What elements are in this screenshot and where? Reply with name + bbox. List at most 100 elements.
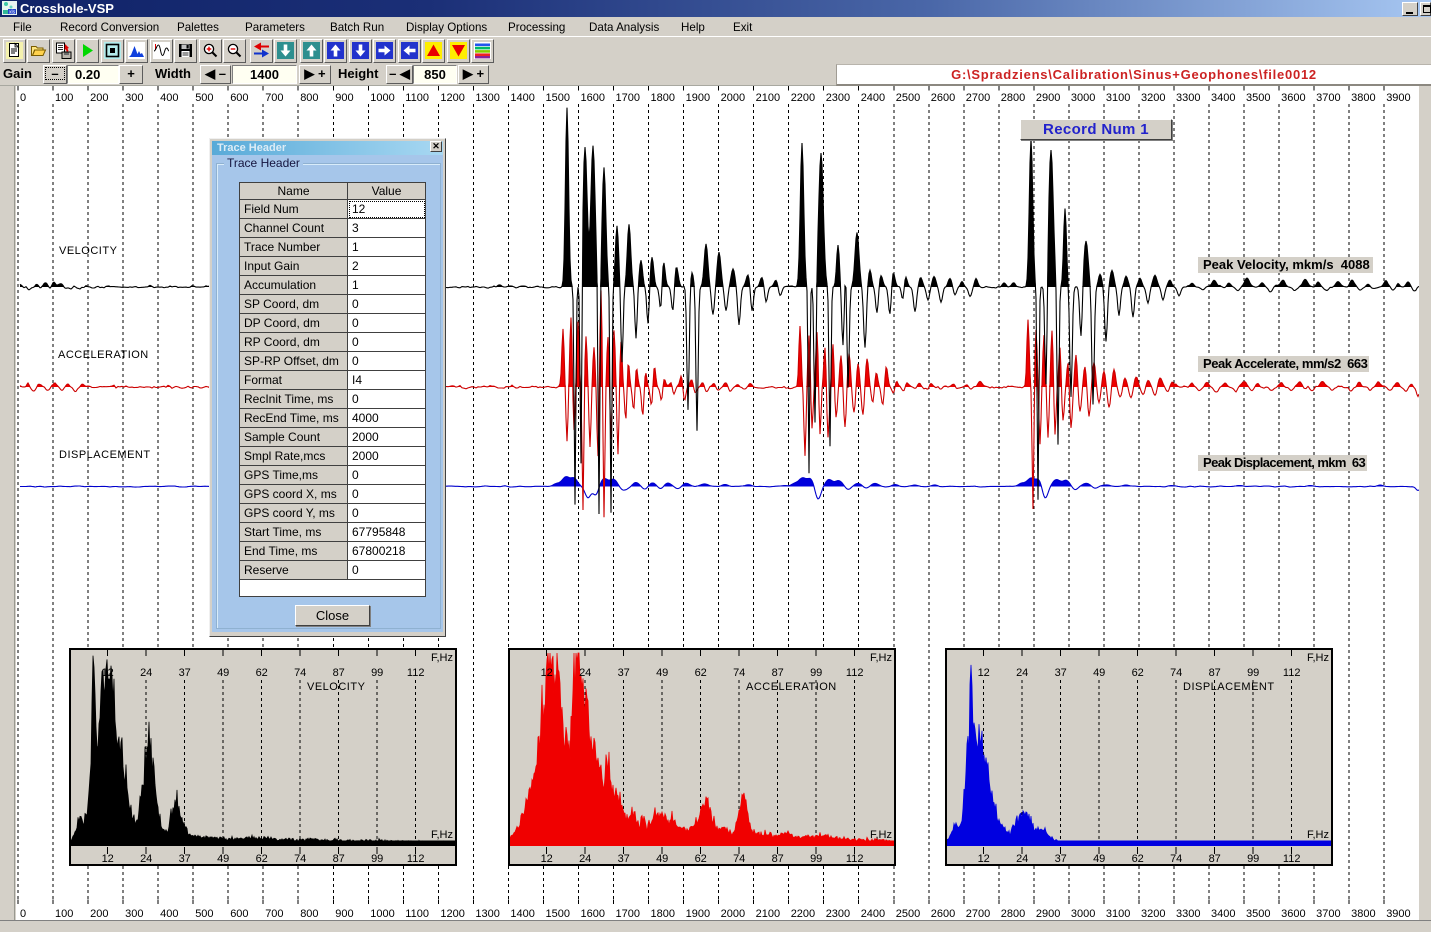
svg-text:12: 12 bbox=[102, 667, 114, 679]
svg-text:3200: 3200 bbox=[1141, 908, 1165, 920]
svg-text:2900: 2900 bbox=[1036, 92, 1060, 104]
svg-text:49: 49 bbox=[217, 667, 229, 679]
svg-text:1400: 1400 bbox=[510, 92, 534, 104]
svg-text:24: 24 bbox=[579, 667, 591, 679]
svg-text:F,Hz: F,Hz bbox=[431, 652, 453, 664]
svg-text:37: 37 bbox=[618, 853, 630, 864]
svg-text:99: 99 bbox=[810, 853, 822, 864]
svg-text:2700: 2700 bbox=[966, 92, 990, 104]
svg-text:3500: 3500 bbox=[1246, 908, 1270, 920]
svg-text:74: 74 bbox=[1170, 853, 1182, 864]
svg-text:87: 87 bbox=[772, 853, 784, 864]
svg-text:3400: 3400 bbox=[1211, 908, 1235, 920]
svg-text:2800: 2800 bbox=[1001, 92, 1025, 104]
svg-text:2000: 2000 bbox=[721, 908, 745, 920]
svg-text:300: 300 bbox=[125, 908, 143, 920]
svg-text:400: 400 bbox=[160, 92, 178, 104]
svg-text:3600: 3600 bbox=[1281, 908, 1305, 920]
svg-text:1300: 1300 bbox=[475, 92, 499, 104]
svg-text:99: 99 bbox=[810, 667, 822, 679]
svg-text:49: 49 bbox=[1093, 667, 1105, 679]
svg-text:49: 49 bbox=[1093, 853, 1105, 864]
svg-text:37: 37 bbox=[1055, 667, 1067, 679]
svg-text:2500: 2500 bbox=[896, 908, 920, 920]
svg-text:62: 62 bbox=[256, 853, 268, 864]
svg-text:112: 112 bbox=[1283, 667, 1301, 679]
svg-text:112: 112 bbox=[846, 853, 864, 864]
svg-text:3700: 3700 bbox=[1316, 908, 1340, 920]
svg-text:3100: 3100 bbox=[1106, 92, 1130, 104]
svg-text:500: 500 bbox=[195, 908, 213, 920]
svg-text:112: 112 bbox=[407, 667, 425, 679]
svg-text:1700: 1700 bbox=[616, 908, 640, 920]
svg-text:12: 12 bbox=[978, 667, 990, 679]
svg-text:1500: 1500 bbox=[546, 908, 570, 920]
svg-text:1500: 1500 bbox=[546, 92, 570, 104]
svg-text:2300: 2300 bbox=[826, 908, 850, 920]
svg-text:1000: 1000 bbox=[370, 92, 394, 104]
svg-text:1100: 1100 bbox=[405, 92, 429, 104]
svg-text:700: 700 bbox=[265, 92, 283, 104]
svg-text:3000: 3000 bbox=[1071, 92, 1095, 104]
svg-text:12: 12 bbox=[102, 853, 114, 864]
svg-text:3600: 3600 bbox=[1281, 92, 1305, 104]
svg-text:112: 112 bbox=[846, 667, 864, 679]
svg-text:2200: 2200 bbox=[791, 92, 815, 104]
svg-text:24: 24 bbox=[1016, 853, 1028, 864]
svg-text:F,Hz: F,Hz bbox=[870, 652, 892, 664]
svg-text:87: 87 bbox=[333, 853, 345, 864]
svg-text:99: 99 bbox=[1247, 853, 1259, 864]
svg-text:300: 300 bbox=[125, 92, 143, 104]
svg-text:87: 87 bbox=[333, 667, 345, 679]
svg-text:F,Hz: F,Hz bbox=[870, 829, 892, 841]
svg-text:0: 0 bbox=[20, 908, 26, 920]
svg-text:1400: 1400 bbox=[510, 908, 534, 920]
svg-text:62: 62 bbox=[1132, 853, 1144, 864]
svg-text:37: 37 bbox=[179, 853, 191, 864]
svg-text:3300: 3300 bbox=[1176, 908, 1200, 920]
svg-text:62: 62 bbox=[1132, 667, 1144, 679]
svg-text:3800: 3800 bbox=[1351, 908, 1375, 920]
svg-text:3200: 3200 bbox=[1141, 92, 1165, 104]
svg-text:1900: 1900 bbox=[686, 92, 710, 104]
svg-text:800: 800 bbox=[300, 92, 318, 104]
svg-text:2600: 2600 bbox=[931, 92, 955, 104]
svg-text:3000: 3000 bbox=[1071, 908, 1095, 920]
svg-text:12: 12 bbox=[978, 853, 990, 864]
svg-text:F,Hz: F,Hz bbox=[1307, 652, 1329, 664]
svg-text:74: 74 bbox=[1170, 667, 1182, 679]
svg-text:900: 900 bbox=[335, 908, 353, 920]
svg-text:500: 500 bbox=[195, 92, 213, 104]
svg-text:2400: 2400 bbox=[861, 908, 885, 920]
svg-text:74: 74 bbox=[294, 853, 306, 864]
svg-text:2600: 2600 bbox=[931, 908, 955, 920]
svg-text:1900: 1900 bbox=[686, 908, 710, 920]
svg-text:2400: 2400 bbox=[861, 92, 885, 104]
svg-text:1700: 1700 bbox=[616, 92, 640, 104]
svg-text:2500: 2500 bbox=[896, 92, 920, 104]
svg-text:3300: 3300 bbox=[1176, 92, 1200, 104]
svg-text:12: 12 bbox=[541, 667, 553, 679]
svg-text:87: 87 bbox=[772, 667, 784, 679]
svg-text:74: 74 bbox=[733, 667, 745, 679]
svg-text:24: 24 bbox=[579, 853, 591, 864]
svg-text:37: 37 bbox=[618, 667, 630, 679]
svg-text:1800: 1800 bbox=[651, 92, 675, 104]
svg-text:1600: 1600 bbox=[581, 908, 605, 920]
svg-text:3500: 3500 bbox=[1246, 92, 1270, 104]
svg-text:24: 24 bbox=[1016, 667, 1028, 679]
svg-text:2100: 2100 bbox=[756, 92, 780, 104]
svg-text:xls: xls bbox=[9, 10, 16, 16]
svg-text:ACCELERATION: ACCELERATION bbox=[58, 349, 149, 361]
svg-text:2700: 2700 bbox=[966, 908, 990, 920]
svg-text:49: 49 bbox=[217, 853, 229, 864]
svg-text:49: 49 bbox=[656, 853, 668, 864]
svg-text:99: 99 bbox=[371, 667, 383, 679]
svg-text:2100: 2100 bbox=[756, 908, 780, 920]
svg-text:200: 200 bbox=[90, 92, 108, 104]
svg-text:74: 74 bbox=[733, 853, 745, 864]
svg-text:1200: 1200 bbox=[440, 908, 464, 920]
svg-text:12: 12 bbox=[541, 853, 553, 864]
svg-text:VELOCITY: VELOCITY bbox=[307, 681, 366, 693]
svg-text:37: 37 bbox=[179, 667, 191, 679]
